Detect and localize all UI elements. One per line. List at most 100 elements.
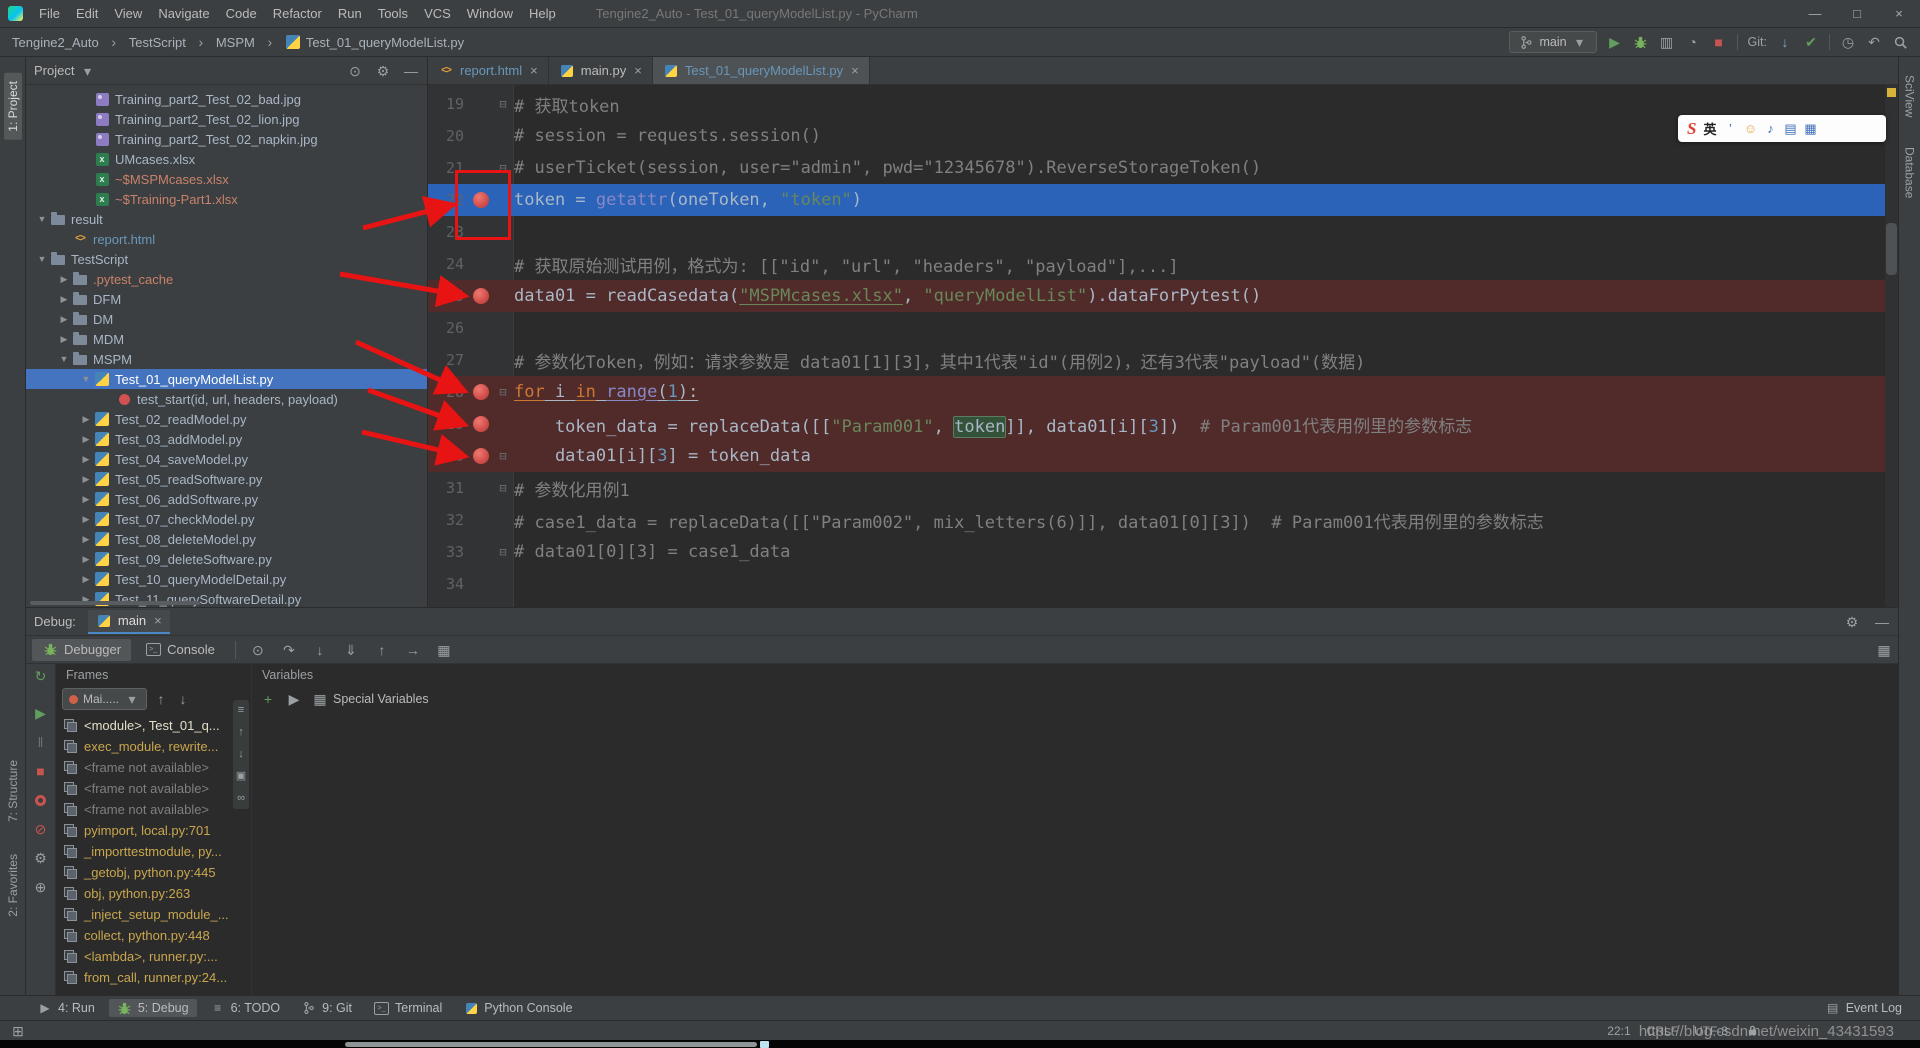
keyboard-icon[interactable]: ▤ <box>1783 121 1797 137</box>
step-into-my-code-icon[interactable]: ⇓ <box>343 642 359 658</box>
code-line-23[interactable]: 23 <box>428 216 1898 248</box>
update-icon[interactable]: ↓ <box>1777 34 1793 50</box>
breakpoint-gutter[interactable] <box>468 288 494 304</box>
tree-expand-arrow[interactable]: ▶ <box>56 294 72 305</box>
tree-expand-arrow[interactable]: ▶ <box>78 554 94 565</box>
layout-settings-icon[interactable]: ▦ <box>1876 642 1892 658</box>
toolwindow-toggle-icon[interactable]: ⊞ <box>10 1023 26 1039</box>
threads-icon[interactable]: ∞ <box>234 792 248 805</box>
scrollbar-thumb[interactable] <box>1886 223 1897 275</box>
view-breakpoints-icon[interactable] <box>33 792 49 808</box>
stack-frame[interactable]: <lambda>, runner.py:... <box>56 946 251 967</box>
breakpoint-gutter[interactable] <box>468 192 494 208</box>
coverage-icon[interactable]: ▥ <box>1659 34 1675 50</box>
breakpoint-icon[interactable] <box>473 448 489 464</box>
tree-item[interactable]: Training_part2_Test_02_bad.jpg <box>26 89 427 109</box>
debug-tab-console[interactable]: >_ Console <box>135 639 225 661</box>
breakpoint-gutter[interactable] <box>468 384 494 400</box>
code-area[interactable]: 19 ⊟ # 获取token 20 # session = requests.sessi… <box>428 85 1898 607</box>
fold-marker-icon[interactable]: ⊟ <box>499 161 506 175</box>
code-line-24[interactable]: 24 # 获取原始测试用例，格式为: [["id", "url", "header… <box>428 248 1898 280</box>
mute-breakpoints-icon[interactable]: ⊘ <box>33 821 49 837</box>
code-line-21[interactable]: 21 ⊟ # userTicket(session, user="admin", p… <box>428 152 1898 184</box>
tree-expand-arrow[interactable]: ▶ <box>56 314 72 325</box>
warning-marker[interactable] <box>1887 88 1896 97</box>
breakpoint-icon[interactable] <box>473 384 489 400</box>
status-encoding[interactable]: UTF-8 <box>1694 1024 1728 1038</box>
tree-item[interactable]: ▼ result <box>26 209 427 229</box>
tree-expand-arrow[interactable]: ▼ <box>78 374 94 384</box>
tree-item[interactable]: ▶ Test_05_readSoftware.py <box>26 469 427 489</box>
debug-tab-debugger[interactable]: Debugger <box>32 638 132 661</box>
tree-item[interactable]: ▼ MSPM <box>26 349 427 369</box>
code-line-27[interactable]: 27 # 参数化Token，例如：请求参数是 data01[1][3]，其中1代表… <box>428 344 1898 376</box>
pause-icon[interactable]: ‖ <box>33 734 49 750</box>
tree-expand-arrow[interactable]: ▶ <box>56 334 72 345</box>
toolwindow-5-debug[interactable]: 5: Debug <box>108 999 197 1017</box>
fold-marker-icon[interactable]: ⊟ <box>499 385 506 399</box>
stack-frame[interactable]: <module>, Test_01_q... <box>56 715 251 736</box>
breakpoint-icon[interactable] <box>473 288 489 304</box>
tree-item[interactable]: ▶ Test_09_deleteSoftware.py <box>26 549 427 569</box>
tree-item[interactable]: x ~$MSPMcases.xlsx <box>26 169 427 189</box>
tree-item[interactable]: x ~$Training-Part1.xlsx <box>26 189 427 209</box>
menu-navigate[interactable]: Navigate <box>150 1 217 26</box>
tree-expand-arrow[interactable]: ▼ <box>34 214 50 224</box>
menu-refactor[interactable]: Refactor <box>265 1 330 26</box>
menu-run[interactable]: Run <box>330 1 370 26</box>
tree-item[interactable]: ▶ Test_03_addModel.py <box>26 429 427 449</box>
step-over-icon[interactable]: ↷ <box>281 642 297 658</box>
fold-gutter[interactable]: ⊟ <box>494 161 512 175</box>
evaluate-icon[interactable]: ▦ <box>436 642 452 658</box>
tree-expand-arrow[interactable]: ▶ <box>78 574 94 585</box>
error-stripe[interactable] <box>1885 85 1898 607</box>
branch-selector[interactable]: main ▾ <box>1509 31 1597 53</box>
tree-item[interactable]: ▶ DFM <box>26 289 427 309</box>
history-icon[interactable]: ◷ <box>1840 34 1856 50</box>
previous-frame-icon[interactable]: ↑ <box>153 691 169 707</box>
code-line-32[interactable]: 32 # case1_data = replaceData([["Param002… <box>428 504 1898 536</box>
resume-icon[interactable]: ▶ <box>33 705 49 721</box>
code-line-33[interactable]: 33 ⊟ # data01[0][3] = case1_data <box>428 536 1898 568</box>
project-view-selector[interactable]: Project ▾ <box>34 63 95 79</box>
status-caret-position[interactable]: 22:1 <box>1607 1024 1630 1038</box>
locate-file-icon[interactable]: ⊙ <box>347 63 363 79</box>
close-button[interactable]: × <box>1878 0 1920 27</box>
close-icon[interactable]: × <box>154 613 162 628</box>
rerun-icon[interactable]: ↻ <box>33 668 49 684</box>
tool-stripe-7-structure[interactable]: 7: Structure <box>4 752 22 830</box>
status-line-ending[interactable]: CRLF <box>1647 1024 1678 1038</box>
step-into-icon[interactable]: ↓ <box>312 642 328 658</box>
toolwindow-python-console[interactable]: Python Console <box>456 999 580 1017</box>
apostrophe-icon[interactable]: ’ <box>1723 121 1737 137</box>
profiler-icon[interactable]: ◔ <box>1685 34 1701 50</box>
fold-gutter[interactable]: ⊟ <box>494 545 512 559</box>
tree-expand-arrow[interactable]: ▶ <box>78 514 94 525</box>
tool-stripe-database[interactable]: Database <box>1901 139 1919 206</box>
run-icon[interactable]: ▶ <box>1607 34 1623 50</box>
code-line-22[interactable]: 22 token = getattr(oneToken, "token") <box>428 184 1898 216</box>
breadcrumb-item[interactable]: Test_01_queryModelList.py <box>285 34 464 50</box>
tree-item[interactable]: Training_part2_Test_02_lion.jpg <box>26 109 427 129</box>
menu-code[interactable]: Code <box>218 1 265 26</box>
stack-frame[interactable]: pyimport, local.py:701 <box>56 820 251 841</box>
tree-expand-arrow[interactable]: ▼ <box>56 354 72 364</box>
breadcrumb-item[interactable]: MSPM <box>216 35 255 50</box>
tree-item[interactable]: ▶ DM <box>26 309 427 329</box>
toolwindow-4-run[interactable]: ▶ 4: Run <box>30 999 103 1017</box>
next-frame-icon[interactable]: ↓ <box>234 748 248 761</box>
fold-marker-icon[interactable]: ⊟ <box>499 449 506 463</box>
tree-item[interactable]: ▶ Test_02_readModel.py <box>26 409 427 429</box>
stack-frame[interactable]: <frame not available> <box>56 757 251 778</box>
horizontal-scrollbar[interactable] <box>30 601 200 605</box>
close-icon[interactable]: × <box>634 63 642 78</box>
menu-window[interactable]: Window <box>459 1 521 26</box>
stack-frame[interactable]: exec_module, rewrite... <box>56 736 251 757</box>
menu-vcs[interactable]: VCS <box>416 1 459 26</box>
gear-icon[interactable]: ⚙ <box>1844 614 1860 630</box>
stack-frame[interactable]: _importtestmodule, py... <box>56 841 251 862</box>
gear-icon[interactable]: ⚙ <box>375 63 391 79</box>
breakpoint-icon[interactable] <box>473 192 489 208</box>
toolwindow-6-todo[interactable]: ≡ 6: TODO <box>203 999 289 1017</box>
tree-expand-arrow[interactable]: ▶ <box>78 534 94 545</box>
